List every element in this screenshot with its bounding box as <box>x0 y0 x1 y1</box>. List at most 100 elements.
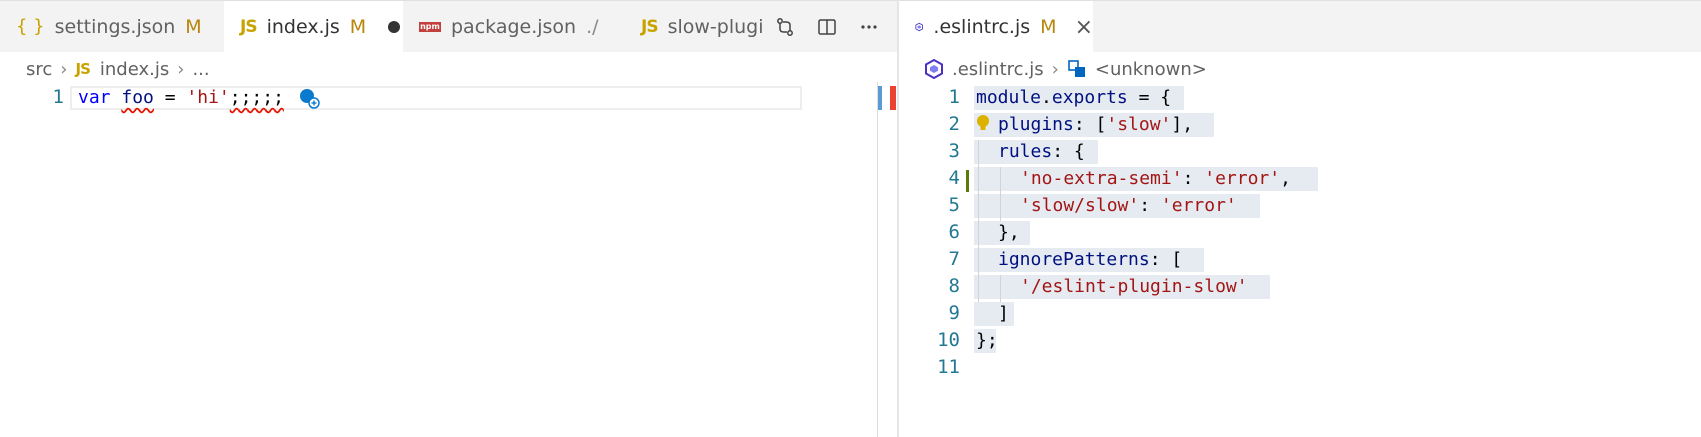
code-punctuation: : <box>1139 195 1161 216</box>
tab-description: ./ <box>586 15 599 38</box>
line-number: 1 <box>948 86 960 108</box>
dirty-diff-indicator[interactable] <box>966 170 969 192</box>
code-line[interactable]: ignorePatterns: [ <box>998 249 1182 270</box>
js-file-icon: JS <box>75 60 90 78</box>
code-punctuation: ], <box>1171 114 1194 135</box>
modified-indicator: M <box>1040 16 1057 38</box>
code-variable: module <box>976 87 1042 108</box>
line-number: 8 <box>948 275 960 297</box>
line-number: 10 <box>937 329 960 351</box>
modified-indicator: M <box>349 16 367 38</box>
code-string: 'error' <box>1204 168 1281 189</box>
line-number: 2 <box>948 113 960 135</box>
tab-eslintrc-js[interactable]: .eslintrc.js M × <box>899 1 1093 52</box>
line-number: 11 <box>937 356 960 378</box>
code-punctuation: . <box>1041 87 1052 108</box>
code-line[interactable]: var foo = 'hi';;;;; <box>78 87 284 108</box>
line-number: 4 <box>948 167 960 189</box>
line-number: 3 <box>948 140 960 162</box>
code-punctuation: , <box>1280 168 1291 189</box>
code-string: 'slow/slow' <box>1020 195 1140 216</box>
code-punctuation: : { <box>1052 141 1085 162</box>
code-property: rules <box>998 141 1053 162</box>
tab-label: index.js <box>266 16 340 38</box>
code-line[interactable]: plugins: ['slow'], <box>998 114 1193 135</box>
editor-actions <box>764 1 897 52</box>
code-string: '/eslint-plugin-slow' <box>1020 276 1248 297</box>
code-property: plugins <box>998 114 1074 135</box>
npm-file-icon: npm <box>419 21 441 32</box>
js-file-icon: JS <box>240 17 258 37</box>
tab-label: package.json <box>451 15 577 38</box>
split-editor-icon[interactable] <box>816 16 838 38</box>
symbol-module-icon <box>1068 60 1085 77</box>
code-punctuation: }, <box>998 222 1020 243</box>
tab-label: settings.json <box>54 15 176 38</box>
code-line[interactable]: '/eslint-plugin-slow' <box>1020 276 1248 297</box>
indent-guide <box>1000 167 1001 221</box>
js-file-icon: JS <box>641 16 659 37</box>
code-punctuation: ;;;;; <box>229 87 284 108</box>
chevron-right-icon: › <box>177 58 185 80</box>
code-property: ignorePatterns <box>998 249 1150 270</box>
line-number: 5 <box>948 194 960 216</box>
code-punctuation: : [ <box>1073 114 1107 135</box>
code-line[interactable]: }, <box>998 222 1020 243</box>
code-string: 'error' <box>1160 195 1237 216</box>
scrollbar-track[interactable] <box>877 82 878 437</box>
code-variable: foo <box>121 87 154 108</box>
code-property: exports <box>1051 87 1128 108</box>
code-line[interactable]: 'no-extra-semi': 'error', <box>1020 168 1291 189</box>
tab-package-json[interactable]: npm package.json ./ <box>403 1 625 52</box>
line-number: 6 <box>948 221 960 243</box>
close-icon[interactable]: × <box>1075 15 1093 40</box>
line-number: 1 <box>52 86 64 108</box>
left-tab-bar: { } settings.json M JS index.js M npm pa… <box>0 0 897 52</box>
overview-ruler-cursor <box>878 86 882 110</box>
code-line[interactable]: }; <box>976 330 998 351</box>
right-tab-bar: .eslintrc.js M × <box>899 0 1701 52</box>
code-line[interactable]: ] <box>998 303 1009 324</box>
code-punctuation: }; <box>976 330 998 351</box>
tab-slow-plugin[interactable]: JS slow-plugi <box>625 1 764 52</box>
breadcrumb-folder[interactable]: src <box>26 59 52 80</box>
code-action-icon[interactable] <box>299 88 321 110</box>
overview-ruler-error <box>890 86 896 110</box>
breadcrumb: src › JS index.js › ... <box>26 56 210 82</box>
code-punctuation: : <box>1182 168 1205 189</box>
chevron-right-icon: › <box>1051 58 1059 80</box>
modified-indicator: M <box>185 15 202 38</box>
code-operator: = <box>153 87 187 108</box>
line-number: 9 <box>948 302 960 324</box>
indent-guide <box>1000 275 1001 302</box>
eslint-file-icon <box>915 22 923 32</box>
json-file-icon: { } <box>16 16 45 37</box>
code-punctuation: = { <box>1127 87 1172 108</box>
tab-index-js[interactable]: JS index.js M <box>224 1 403 52</box>
breadcrumb-file[interactable]: .eslintrc.js <box>952 59 1044 80</box>
code-line[interactable]: 'slow/slow': 'error' <box>1020 195 1237 216</box>
tab-label: slow-plugi <box>667 15 764 38</box>
more-actions-icon[interactable] <box>858 16 880 38</box>
breadcrumb: .eslintrc.js › <unknown> <box>924 56 1207 82</box>
unsaved-dot-icon[interactable] <box>388 21 401 33</box>
code-string: 'no-extra-semi' <box>1020 168 1183 189</box>
code-punctuation: ] <box>998 303 1009 324</box>
code-line[interactable]: rules: { <box>998 141 1085 162</box>
code-string: 'slow' <box>1106 114 1172 135</box>
lightbulb-icon[interactable] <box>976 114 990 132</box>
breadcrumb-more[interactable]: ... <box>192 59 209 80</box>
code-punctuation: : [ <box>1149 249 1183 270</box>
tab-label: .eslintrc.js <box>933 16 1031 38</box>
breadcrumb-symbol[interactable]: <unknown> <box>1095 59 1207 80</box>
code-line[interactable]: module.exports = { <box>976 87 1171 108</box>
code-keyword: var <box>78 87 111 108</box>
editor-group-sash[interactable] <box>897 0 899 437</box>
line-number: 7 <box>948 248 960 270</box>
tab-settings-json[interactable]: { } settings.json M <box>0 1 224 52</box>
indent-guide <box>978 140 979 302</box>
breadcrumb-file[interactable]: index.js <box>100 59 169 80</box>
code-string: 'hi' <box>186 87 230 108</box>
eslint-file-icon <box>925 59 943 79</box>
compare-changes-icon[interactable] <box>774 16 796 38</box>
